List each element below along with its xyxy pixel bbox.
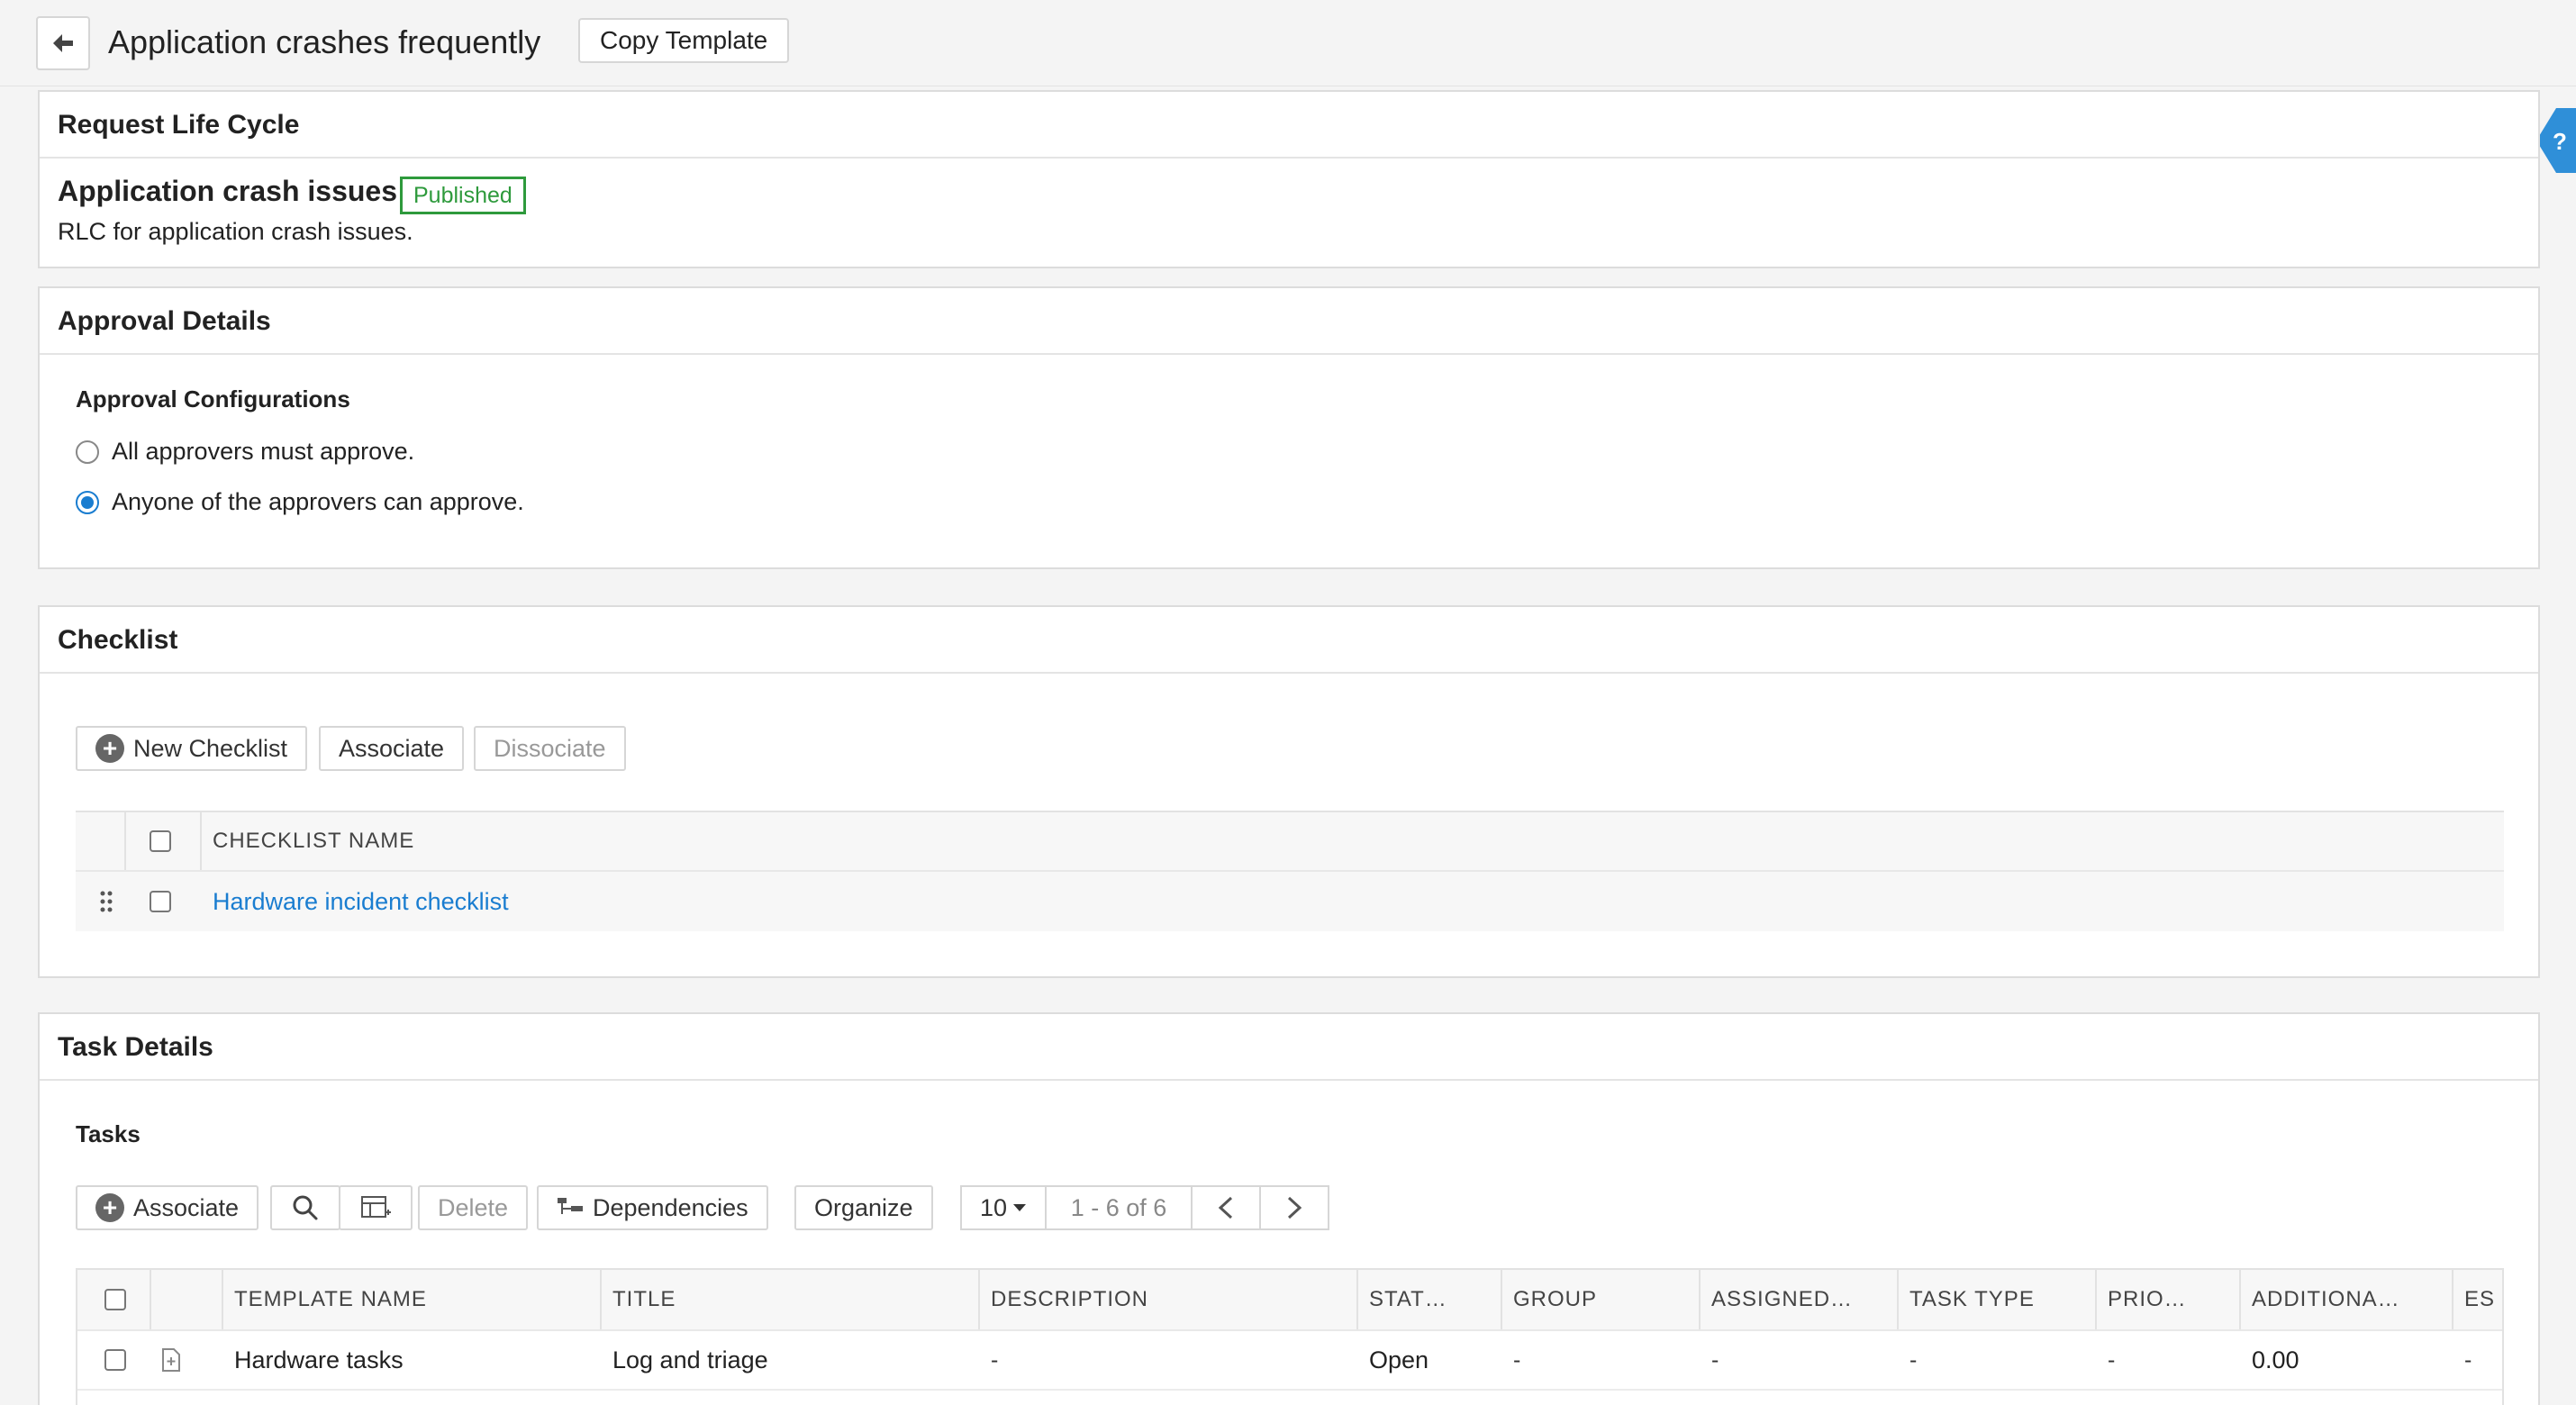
radio-button-selected[interactable] <box>76 490 99 514</box>
task-additional: 0.00 <box>2252 1346 2299 1373</box>
dependencies-button[interactable]: Dependencies <box>537 1185 768 1230</box>
status-badge: Published <box>400 177 526 214</box>
svg-text:?: ? <box>2553 128 2567 155</box>
task-assigned: - <box>1711 1346 1719 1373</box>
column-header-assigned[interactable]: ASSIGNED… <box>1701 1270 1853 1329</box>
checklist-section-title: Checklist <box>40 607 2538 674</box>
task-status: Open <box>1369 1346 1429 1373</box>
associate-checklist-button[interactable]: Associate <box>319 726 465 771</box>
approval-option-label: All approvers must approve. <box>112 438 415 465</box>
new-checklist-button[interactable]: + New Checklist <box>76 726 308 771</box>
new-checklist-label: New Checklist <box>133 735 288 762</box>
checklist-link[interactable]: Hardware incident checklist <box>213 888 509 916</box>
column-header-task-type[interactable]: TASK TYPE <box>1899 1270 2035 1329</box>
task-priority: - <box>2108 1346 2116 1373</box>
rlc-section-title: Request Life Cycle <box>40 92 2538 159</box>
select-all-checkbox[interactable] <box>104 1289 126 1310</box>
arrow-left-icon <box>53 34 73 52</box>
task-section-title: Task Details <box>40 1014 2538 1081</box>
approval-option-any[interactable]: Anyone of the approvers can approve. <box>76 488 524 516</box>
task-title: Log and triage <box>612 1346 768 1373</box>
dependencies-label: Dependencies <box>593 1194 748 1221</box>
copy-template-button[interactable]: Copy Template <box>578 18 790 63</box>
checklist-panel: Checklist + New Checklist Associate Diss… <box>38 605 2540 978</box>
approval-section-title: Approval Details <box>40 288 2538 355</box>
page-header: Application crashes frequently Copy Temp… <box>0 0 2576 86</box>
drag-handle-icon[interactable] <box>88 872 113 931</box>
select-all-checkbox[interactable] <box>150 830 171 852</box>
pagination-range: 1 - 6 of 6 <box>1045 1185 1193 1230</box>
caret-down-icon <box>1013 1204 1027 1211</box>
column-header-title[interactable]: TITLE <box>602 1270 676 1329</box>
page-size-select[interactable]: 10 <box>960 1185 1047 1230</box>
delete-task-button[interactable]: Delete <box>418 1185 529 1230</box>
task-table: TEMPLATE NAME TITLE DESCRIPTION STAT… GR… <box>76 1268 2504 1405</box>
table-row[interactable]: Hardware tasks Log and triage - Open - -… <box>77 1331 2502 1391</box>
column-header-est[interactable]: ES <box>2454 1270 2502 1329</box>
next-page-button[interactable] <box>1259 1185 1329 1230</box>
associate-task-button[interactable]: + Associate <box>76 1185 259 1230</box>
add-circle-icon: + <box>95 1193 124 1222</box>
approval-config-title: Approval Configurations <box>76 385 350 412</box>
select-all-cell[interactable] <box>94 1270 126 1329</box>
prev-page-button[interactable] <box>1191 1185 1261 1230</box>
chevron-right-icon <box>1287 1196 1302 1219</box>
checklist-name-cell: Hardware incident checklist <box>202 872 509 931</box>
associate-task-label: Associate <box>133 1194 240 1221</box>
add-circle-icon: + <box>95 734 124 763</box>
row-checkbox-cell[interactable] <box>139 872 171 931</box>
approval-option-label: Anyone of the approvers can approve. <box>112 488 524 515</box>
back-button[interactable] <box>36 16 90 70</box>
radio-button[interactable] <box>76 440 99 464</box>
page-title: Application crashes frequently <box>108 23 541 60</box>
task-template-name: Hardware tasks <box>234 1346 404 1373</box>
task-group: - <box>1513 1346 1521 1373</box>
task-panel: Task Details Tasks + Associate Delete De… <box>38 1012 2540 1405</box>
tasks-label: Tasks <box>76 1120 141 1147</box>
column-header-priority[interactable]: PRIO… <box>2097 1270 2187 1329</box>
dissociate-checklist-button[interactable]: Dissociate <box>474 726 626 771</box>
row-checkbox[interactable] <box>104 1349 126 1371</box>
approval-panel: Approval Details Approval Configurations… <box>38 286 2540 569</box>
task-est: - <box>2464 1346 2472 1373</box>
row-checkbox-cell[interactable] <box>94 1331 126 1389</box>
column-header-additional[interactable]: ADDITIONA… <box>2241 1270 2400 1329</box>
search-button[interactable] <box>270 1185 340 1230</box>
column-header-template-name[interactable]: TEMPLATE NAME <box>223 1270 427 1329</box>
row-checkbox[interactable] <box>150 891 171 912</box>
chevron-left-icon <box>1218 1196 1233 1219</box>
rlc-description: RLC for application crash issues. <box>58 218 413 245</box>
page-size-value: 10 <box>979 1194 1008 1221</box>
rlc-name: Application crash issues <box>58 175 398 207</box>
column-header-checklist-name[interactable]: CHECKLIST NAME <box>202 812 414 870</box>
search-icon <box>293 1195 318 1220</box>
select-all-cell[interactable] <box>139 812 171 870</box>
table-row[interactable]: Hardware incident checklist <box>76 872 2504 931</box>
dependencies-icon <box>558 1198 583 1214</box>
column-chooser-button[interactable] <box>339 1185 413 1230</box>
task-description: - <box>991 1346 999 1373</box>
rlc-panel: Request Life Cycle Application crash iss… <box>38 90 2540 268</box>
column-header-description[interactable]: DESCRIPTION <box>980 1270 1148 1329</box>
column-header-group[interactable]: GROUP <box>1502 1270 1597 1329</box>
table-columns-icon <box>361 1196 391 1218</box>
column-header-status[interactable]: STAT… <box>1358 1270 1447 1329</box>
task-template-icon <box>150 1331 182 1389</box>
task-table-header: TEMPLATE NAME TITLE DESCRIPTION STAT… GR… <box>77 1270 2502 1331</box>
task-type: - <box>1909 1346 1918 1373</box>
checklist-table-header: CHECKLIST NAME <box>76 811 2504 872</box>
approval-option-all[interactable]: All approvers must approve. <box>76 438 414 466</box>
organize-button[interactable]: Organize <box>794 1185 933 1230</box>
